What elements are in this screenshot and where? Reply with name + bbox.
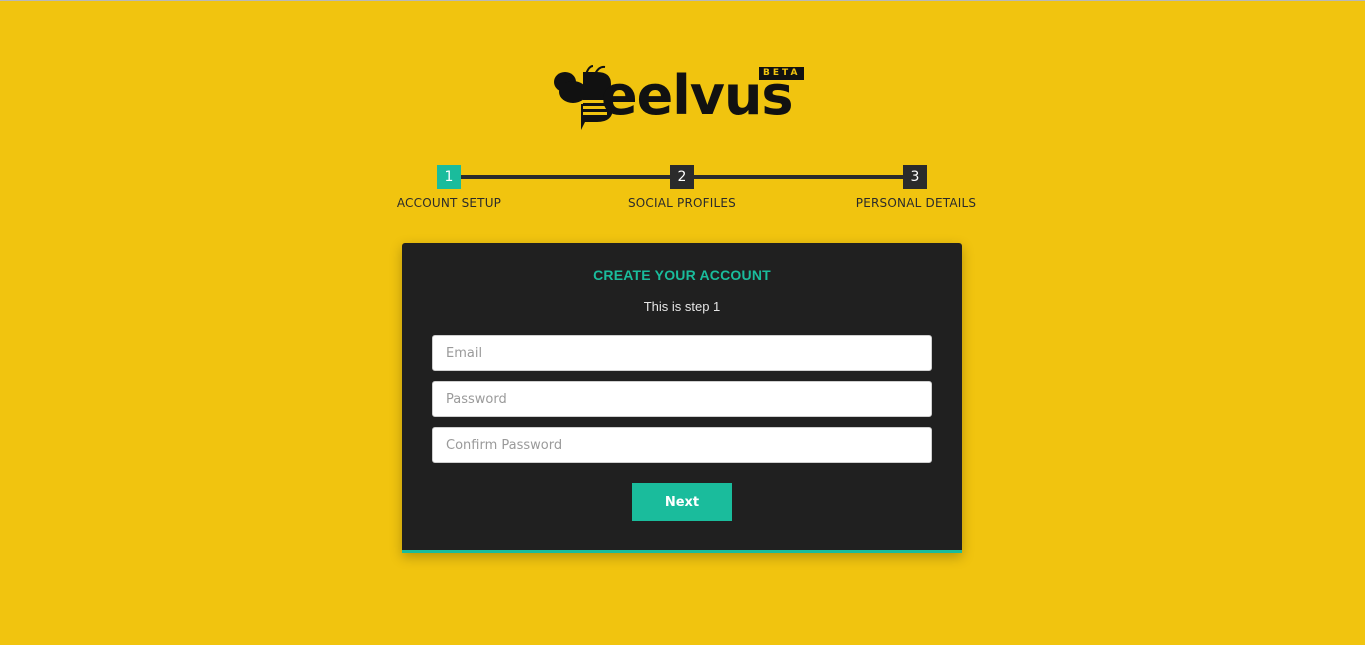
account-setup-card: CREATE YOUR ACCOUNT This is step 1 Next	[402, 243, 962, 553]
next-button[interactable]: Next	[632, 483, 732, 521]
form-title: CREATE YOUR ACCOUNT	[593, 267, 771, 283]
signup-stepper: 1 2 3 ACCOUNT SETUP SOCIAL PROFILES PERS…	[0, 0, 1365, 220]
step-3-label: PERSONAL DETAILS	[855, 196, 977, 210]
email-field[interactable]	[432, 335, 932, 371]
step-1-label: ACCOUNT SETUP	[396, 196, 502, 210]
form-subtitle: This is step 1	[643, 299, 721, 314]
password-field[interactable]	[432, 381, 932, 417]
step-connector-2-3	[694, 175, 903, 179]
step-2-indicator[interactable]: 2	[670, 165, 694, 189]
confirm-password-field[interactable]	[432, 427, 932, 463]
step-3-indicator[interactable]: 3	[903, 165, 927, 189]
step-connector-1-2	[461, 175, 670, 179]
step-1-indicator[interactable]: 1	[437, 165, 461, 189]
step-2-label: SOCIAL PROFILES	[627, 196, 737, 210]
